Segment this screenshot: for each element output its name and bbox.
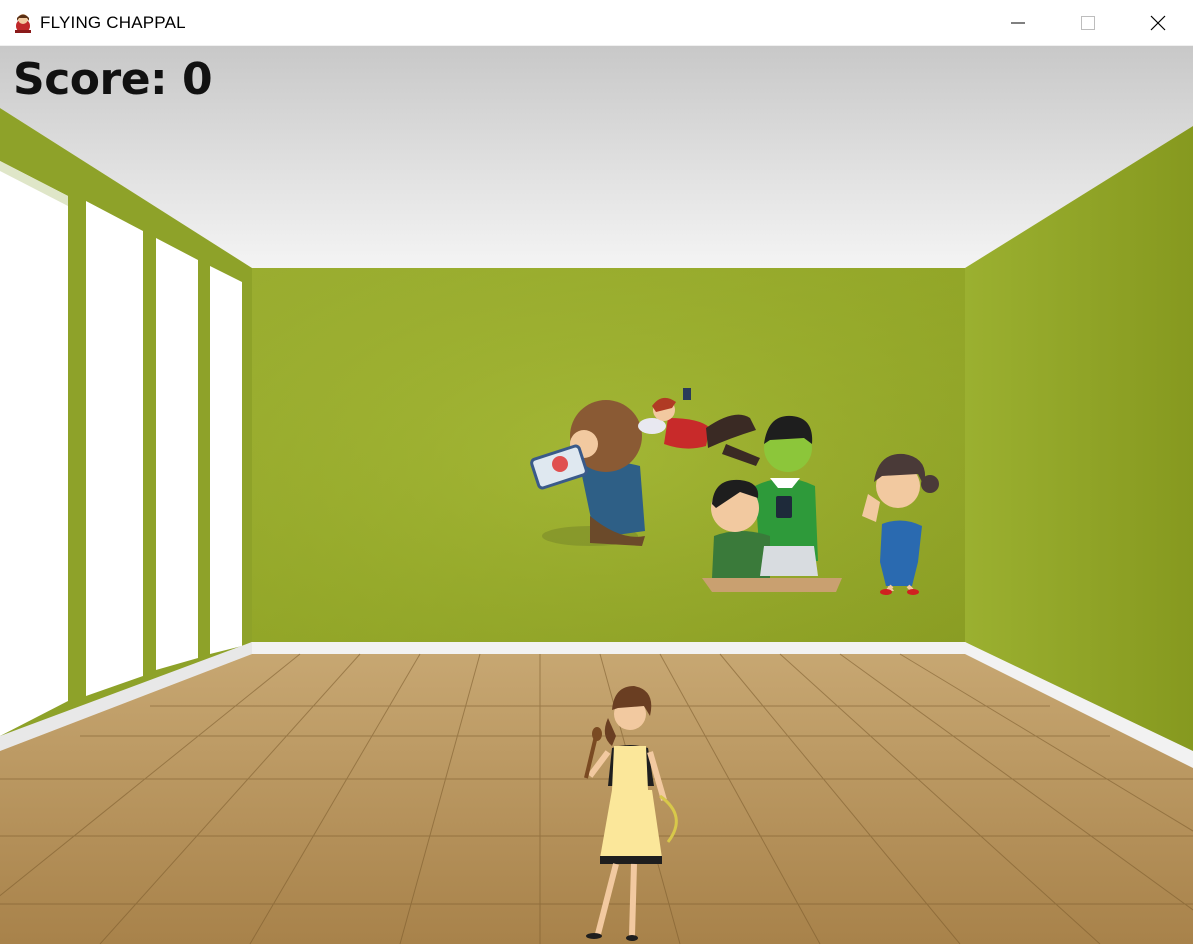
maximize-icon <box>1081 16 1095 30</box>
title-bar[interactable]: FLYING CHAPPAL <box>0 0 1193 46</box>
game-window: FLYING CHAPPAL Score: 0 <box>0 0 1193 944</box>
window-title: FLYING CHAPPAL <box>40 12 186 32</box>
close-icon <box>1150 15 1166 31</box>
wooden-floor <box>0 654 1193 944</box>
game-canvas[interactable]: Score: 0 <box>0 46 1193 944</box>
minimize-button[interactable] <box>983 0 1053 46</box>
room-scene <box>0 46 1193 944</box>
minimize-icon <box>1011 22 1025 24</box>
maximize-button[interactable] <box>1053 0 1123 46</box>
close-button[interactable] <box>1123 0 1193 46</box>
baseboard-back <box>252 642 965 654</box>
chappal-character-icon <box>15 13 31 33</box>
score-display: Score: 0 <box>13 54 213 105</box>
window-controls <box>983 0 1193 46</box>
